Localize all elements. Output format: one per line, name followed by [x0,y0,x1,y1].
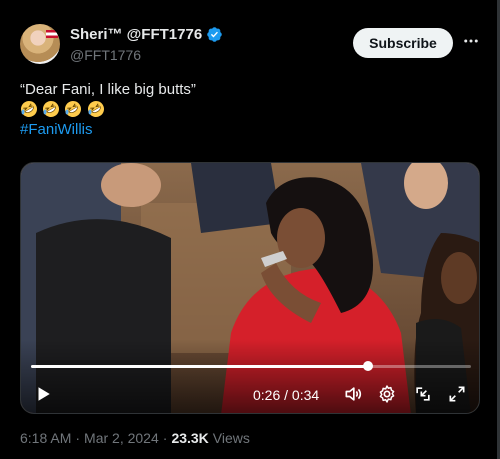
tweet-text: “Dear Fani, I like big butts” #FaniWilli… [20,80,475,140]
volume-icon[interactable] [341,382,365,406]
author-handle[interactable]: @FFT1776 [70,47,141,63]
video-controls: 0:26 / 0:34 [21,377,479,411]
video-progress-bar[interactable] [31,361,471,371]
author-name-row[interactable]: Sheri™ @FFT1776 [70,26,223,43]
more-horizontal-icon[interactable] [460,30,482,52]
fullscreen-icon[interactable] [445,382,469,406]
tweet-header: Sheri™ @FFT1776 @FFT1776 Subscribe [20,22,480,66]
rolling-on-floor-laughing-emoji [21,101,37,117]
meta-separator: · [75,430,81,446]
flag-icon [46,30,58,38]
minimize-icon[interactable] [411,382,435,406]
tweet-date[interactable]: Mar 2, 2024 [84,430,159,446]
video-progress-fill [31,365,368,368]
subscribe-button[interactable]: Subscribe [353,28,453,58]
play-icon[interactable] [31,382,55,406]
avatar[interactable] [20,24,60,64]
hashtag-link[interactable]: #FaniWillis [20,120,475,140]
tweet-time[interactable]: 6:18 AM [20,430,71,446]
meta-separator: · [162,430,168,446]
tweet-meta: 6:18 AM · Mar 2, 2024 · 23.3K Views [20,430,250,446]
emoji-row [20,100,475,120]
video-time: 0:26 / 0:34 [253,387,320,403]
tweet-text-line: “Dear Fani, I like big butts” [20,81,196,98]
verified-badge-icon [207,27,222,42]
video-scrubber-handle[interactable] [362,361,373,371]
rolling-on-floor-laughing-emoji [43,101,60,117]
author-display-name[interactable]: Sheri™ @FFT1776 [70,26,202,43]
video-player[interactable]: 0:26 / 0:34 [20,162,480,414]
rolling-on-floor-laughing-emoji [65,101,82,117]
views-label: Views [212,430,250,446]
views-count: 23.3K [171,430,209,446]
rolling-on-floor-laughing-emoji [87,101,104,117]
settings-icon[interactable] [375,382,399,406]
